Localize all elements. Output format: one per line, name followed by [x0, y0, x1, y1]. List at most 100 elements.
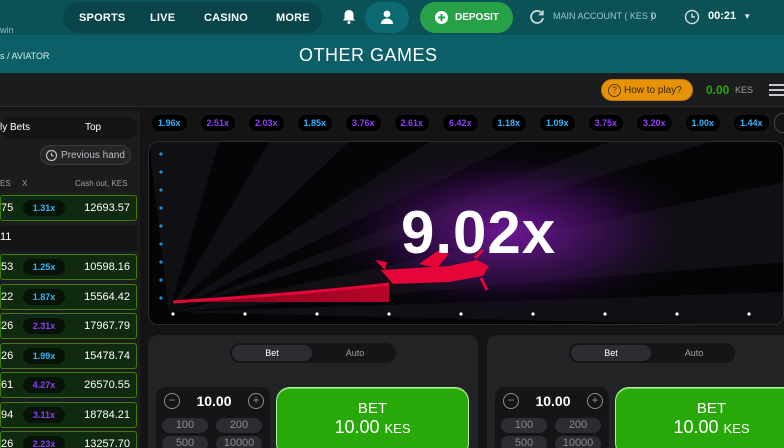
- tab-auto[interactable]: Auto: [655, 345, 733, 361]
- history-multiplier[interactable]: 1.00x: [685, 115, 721, 131]
- plus-icon[interactable]: +: [587, 393, 603, 409]
- tab-auto[interactable]: Auto: [316, 345, 394, 361]
- bet-button-label: BET: [357, 400, 388, 417]
- clock-time[interactable]: 00:21: [708, 10, 736, 22]
- multiplier-badge: 1.99x: [23, 347, 65, 364]
- history-multiplier[interactable]: 1.85x: [297, 115, 333, 131]
- plus-icon[interactable]: +: [248, 393, 264, 409]
- refresh-icon[interactable]: [528, 8, 546, 26]
- bet-panel-2: Bet Auto − 10.00 + 100 200 500 10000 BET…: [487, 335, 784, 448]
- bet-amount: 22: [1, 290, 14, 303]
- nav-live[interactable]: LIVE: [150, 12, 175, 24]
- tab-top[interactable]: Top: [85, 122, 101, 133]
- bet-button[interactable]: BET 10.00 KES: [276, 387, 469, 448]
- deposit-button[interactable]: DEPOSIT: [420, 2, 513, 33]
- nav-more[interactable]: MORE: [276, 12, 310, 24]
- quick-amount-button[interactable]: 200: [216, 418, 262, 433]
- stake-control: − 10.00 + 100 200 500 10000: [156, 387, 270, 448]
- previous-hand-label: Previous hand: [61, 150, 125, 161]
- menu-icon[interactable]: [769, 84, 784, 96]
- quick-amount-button[interactable]: 10000: [555, 436, 601, 448]
- clock-icon: [684, 9, 700, 25]
- stake-control: − 10.00 + 100 200 500 10000: [495, 387, 609, 448]
- quick-amount-button[interactable]: 200: [555, 418, 601, 433]
- bet-mode-tabs: Bet Auto: [230, 343, 396, 363]
- bet-row: 26 2.31x 17967.79: [0, 313, 137, 339]
- bet-amount: 11: [0, 230, 12, 243]
- bet-amount: 94: [1, 408, 14, 421]
- multiplier-history: 1.96x 2.51x 2.03x 1.85x 3.76x 2.61x 6.42x 1.18x…: [148, 111, 784, 135]
- nav-sports[interactable]: SPORTS: [79, 12, 125, 24]
- history-multiplier[interactable]: 6.42x: [443, 115, 478, 131]
- stake-amount[interactable]: 10.00: [531, 393, 575, 409]
- quick-amount-button[interactable]: 100: [501, 418, 547, 433]
- cashout-amount: 12693.57: [84, 202, 130, 214]
- chevron-down-icon[interactable]: ▾: [745, 11, 750, 22]
- minus-icon[interactable]: −: [164, 393, 180, 409]
- question-icon: ?: [608, 84, 621, 97]
- history-expand-button[interactable]: [774, 113, 784, 133]
- quick-amount-button[interactable]: 500: [501, 436, 547, 448]
- user-profile-button[interactable]: [365, 2, 409, 33]
- history-multiplier[interactable]: 3.75x: [588, 115, 624, 131]
- game-balance: 0.00: [706, 83, 730, 97]
- bet-row: 22 1.87x 15564.42: [0, 283, 137, 310]
- history-multiplier[interactable]: 1.44x: [734, 115, 769, 131]
- history-multiplier[interactable]: 1.09x: [540, 115, 575, 131]
- quick-amount-button[interactable]: 100: [162, 418, 208, 433]
- history-multiplier[interactable]: 2.61x: [394, 115, 430, 131]
- cashout-amount: 26570.55: [84, 379, 130, 391]
- top-navigation: win SPORTS LIVE CASINO MORE DEPOSIT MAIN…: [0, 0, 784, 35]
- main-account-label: MAIN ACCOUNT ( KES ): [553, 11, 654, 21]
- cashout-amount: 15478.74: [84, 349, 130, 362]
- history-multiplier[interactable]: 1.18x: [491, 115, 527, 131]
- brand-logo: win: [0, 25, 14, 35]
- minus-icon[interactable]: −: [503, 393, 519, 409]
- multiplier-badge: 1.31x: [23, 200, 65, 216]
- aviator-page: win SPORTS LIVE CASINO MORE DEPOSIT MAIN…: [0, 0, 784, 448]
- bets-panel: ly Bets Top Previous hand ES X Cash out,…: [0, 111, 140, 448]
- previous-hand-button[interactable]: Previous hand: [40, 145, 131, 165]
- column-cashout: Cash out, KES: [75, 179, 128, 188]
- nav-casino[interactable]: CASINO: [204, 12, 248, 24]
- tab-bet[interactable]: Bet: [571, 345, 651, 361]
- deposit-label: DEPOSIT: [455, 12, 499, 23]
- bet-amount: 61: [1, 379, 14, 391]
- cashout-amount: 13257.70: [84, 438, 130, 448]
- quick-amount-button[interactable]: 10000: [216, 436, 262, 448]
- bet-mode-tabs: Bet Auto: [569, 343, 735, 363]
- quick-amount-button[interactable]: 500: [162, 436, 208, 448]
- how-to-play-button[interactable]: ? How to play?: [601, 79, 693, 101]
- tab-all-bets[interactable]: ly Bets: [0, 122, 30, 133]
- multiplier-badge: 3.11x: [23, 406, 65, 423]
- multiplier-badge: 1.25x: [23, 259, 65, 275]
- cashout-amount: 17967.79: [84, 320, 130, 332]
- bet-row: 61 4.27x 26570.55: [0, 372, 137, 398]
- bet-button-amount: 10.00 KES: [334, 417, 411, 437]
- bet-row: 75 1.31x 12693.57: [0, 195, 137, 221]
- bet-amount: 26: [1, 349, 14, 362]
- bet-amount: 53: [1, 261, 14, 273]
- multiplier-badge: 4.27x: [23, 377, 65, 393]
- bet-panel-1: Bet Auto − 10.00 + 100 200 500 10000 BET…: [148, 335, 478, 448]
- deposit-icon: [435, 11, 448, 24]
- stake-amount[interactable]: 10.00: [192, 393, 236, 409]
- history-multiplier[interactable]: 1.96x: [152, 115, 187, 131]
- main-nav: SPORTS LIVE CASINO MORE: [63, 2, 322, 33]
- user-icon: [381, 10, 393, 24]
- bell-icon[interactable]: [340, 8, 358, 26]
- game-header: ? How to play? 0.00 KES: [0, 73, 784, 107]
- multiplier-badge: 2.31x: [23, 318, 65, 334]
- main-account-value: 0: [651, 11, 657, 21]
- tab-bet[interactable]: Bet: [232, 345, 312, 361]
- history-multiplier[interactable]: 2.03x: [249, 115, 284, 131]
- history-multiplier[interactable]: 3.20x: [637, 115, 672, 131]
- multiplier-badge: 1.87x: [23, 288, 65, 305]
- breadcrumb[interactable]: s / AVIATOR: [0, 51, 50, 61]
- history-multiplier[interactable]: 2.51x: [200, 115, 236, 131]
- bet-button-amount: 10.00 KES: [673, 417, 750, 437]
- bet-amount: 75: [1, 202, 14, 214]
- history-multiplier[interactable]: 3.76x: [346, 115, 381, 131]
- bet-button[interactable]: BET 10.00 KES: [615, 387, 784, 448]
- history-icon: [45, 149, 58, 162]
